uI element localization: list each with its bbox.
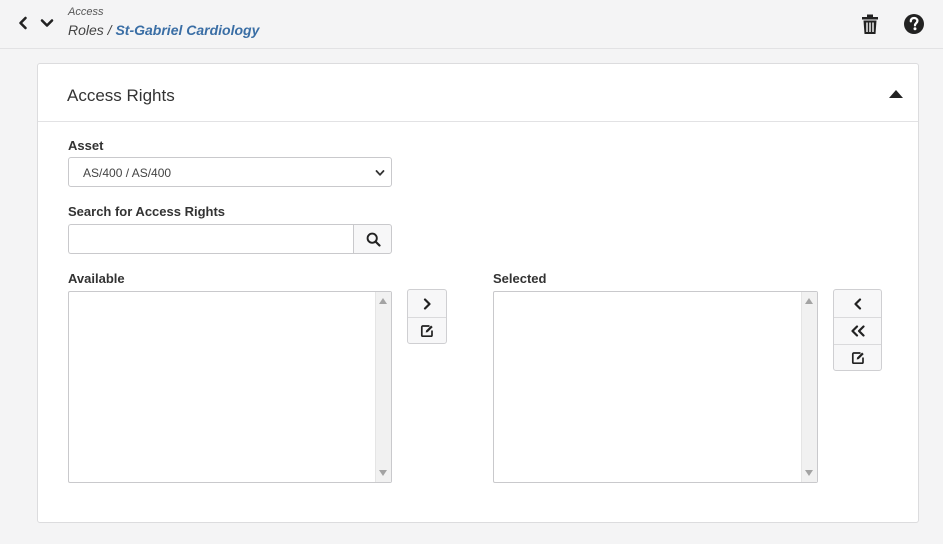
caret-up-icon — [889, 90, 903, 98]
question-circle-icon — [904, 14, 924, 34]
search-input[interactable] — [68, 224, 353, 254]
breadcrumb-section[interactable]: Roles — [68, 22, 104, 38]
breadcrumb-separator: / — [103, 22, 116, 38]
move-all-left-button[interactable] — [834, 317, 881, 344]
edit-selected-button[interactable] — [834, 344, 881, 371]
chevron-left-icon — [19, 16, 27, 30]
scroll-up-icon[interactable] — [805, 298, 813, 304]
expand-down-button[interactable] — [38, 14, 56, 32]
selected-list[interactable] — [493, 291, 818, 483]
move-right-button[interactable] — [408, 290, 446, 317]
selected-scrollbar[interactable] — [801, 292, 817, 482]
search-icon — [366, 232, 381, 247]
edit-available-button[interactable] — [408, 317, 446, 344]
available-scrollbar[interactable] — [375, 292, 391, 482]
breadcrumb-parent[interactable]: Access — [68, 6, 103, 18]
edit-icon — [420, 325, 433, 338]
collapse-button[interactable] — [888, 87, 904, 99]
panel-title: Access Rights — [67, 86, 175, 105]
chevron-right-icon — [423, 297, 431, 310]
asset-label: Asset — [68, 138, 104, 153]
chevron-left-icon — [853, 297, 861, 310]
panel-header: Access Rights — [38, 64, 918, 122]
asset-selected-value: AS/400 / AS/400 — [83, 166, 172, 180]
search-label: Search for Access Rights — [68, 204, 226, 219]
access-rights-panel: Access Rights Asset AS/400 / AS/400 Sear… — [37, 63, 919, 523]
help-button[interactable] — [903, 13, 925, 35]
scroll-down-icon[interactable] — [805, 470, 813, 476]
breadcrumb-current[interactable]: St-Gabriel Cardiology — [115, 22, 259, 38]
available-list[interactable] — [68, 291, 392, 483]
top-bar: Access Roles / St-Gabriel Cardiology — [0, 0, 943, 49]
delete-button[interactable] — [859, 13, 881, 35]
selected-label: Selected — [493, 271, 547, 286]
double-chevron-left-icon — [850, 325, 865, 337]
breadcrumb: Roles / St-Gabriel Cardiology — [68, 22, 259, 38]
back-button[interactable] — [14, 14, 32, 32]
selected-actions — [833, 289, 882, 371]
available-actions — [407, 289, 447, 344]
chevron-down-icon — [375, 170, 385, 176]
move-left-button[interactable] — [834, 290, 881, 317]
trash-icon — [862, 14, 878, 34]
asset-select[interactable]: AS/400 / AS/400 — [68, 157, 392, 187]
scroll-down-icon[interactable] — [379, 470, 387, 476]
available-label: Available — [68, 271, 125, 286]
edit-icon — [851, 352, 864, 365]
scroll-up-icon[interactable] — [379, 298, 387, 304]
search-button[interactable] — [353, 224, 392, 254]
chevron-down-icon — [40, 19, 54, 27]
